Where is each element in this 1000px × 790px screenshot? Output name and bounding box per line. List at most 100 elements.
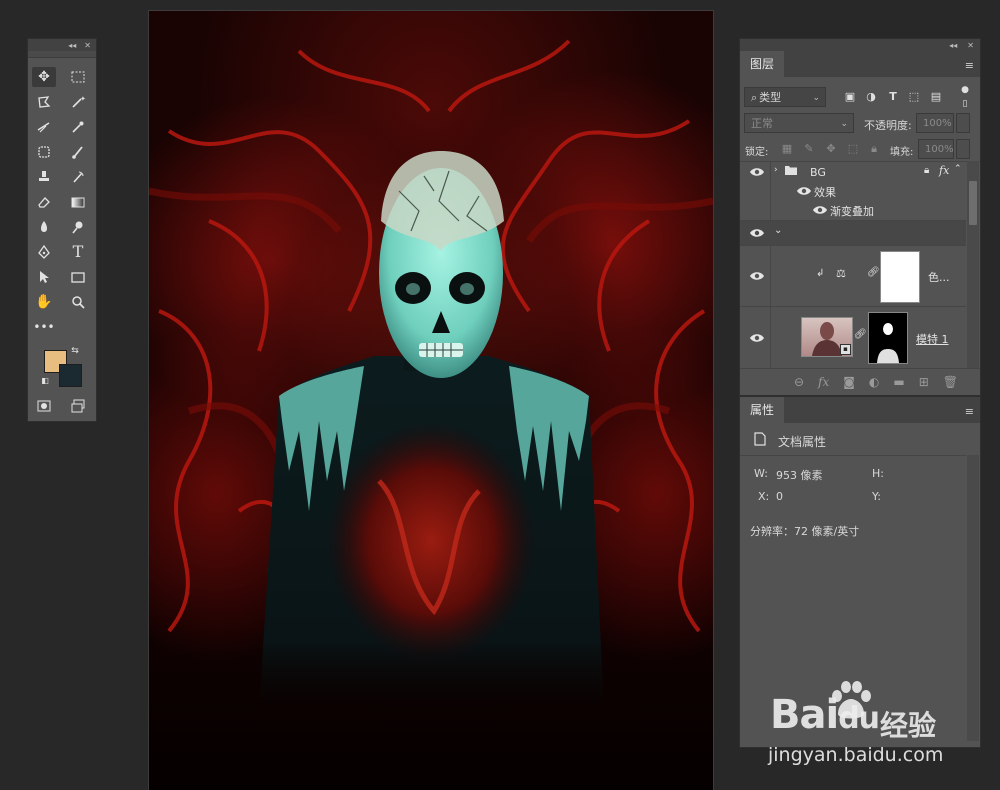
hand-tool-icon[interactable]: ✋	[32, 292, 56, 312]
filter-smart-object-icon[interactable]: ▤	[929, 90, 943, 104]
swap-colors-icon[interactable]: ⇆	[68, 345, 82, 357]
x-label: X:	[758, 490, 770, 503]
background-color-swatch[interactable]	[59, 364, 82, 387]
marquee-tool-icon[interactable]	[66, 67, 90, 87]
lasso-tool-icon[interactable]	[32, 92, 56, 112]
new-layer-icon[interactable]: ⊞	[919, 375, 929, 389]
layer-name: BG	[810, 166, 826, 179]
move-tool-icon[interactable]: ✥	[32, 67, 56, 87]
new-group-icon[interactable]: ▬	[893, 375, 904, 389]
adjustment-layer-icon[interactable]: ◐	[869, 375, 879, 389]
visibility-eye-icon[interactable]	[749, 227, 765, 239]
model-mask-thumbnail[interactable]	[868, 312, 908, 364]
collapse-icon[interactable]: ◂◂	[68, 41, 76, 50]
opacity-label: 不透明度:	[864, 119, 912, 132]
filter-toggle-icon[interactable]: ● ▯	[958, 83, 972, 109]
tab-properties[interactable]: 属性	[740, 397, 785, 423]
tools-panel-grip[interactable]	[28, 51, 96, 58]
quick-mask-icon[interactable]	[32, 396, 56, 416]
clipping-arrow-icon: ↲	[816, 268, 825, 279]
layer-row-expanded-group[interactable]: ⌄	[740, 221, 966, 246]
chevron-down-icon: ⌄	[812, 93, 820, 103]
effect-name: 渐变叠加	[830, 205, 874, 218]
lock-transparent-icon[interactable]: ▦	[780, 142, 794, 156]
type-tool-icon[interactable]: T	[66, 242, 90, 262]
layer-list[interactable]: › BG 🔒︎ fx ⌃ 效果 渐变叠加 ⌄ ↲ ⚖ 🔗︎ 色... ▪ 🔗︎ …	[740, 161, 980, 370]
filter-pixel-icon[interactable]: ▣	[843, 90, 857, 104]
more-tools-icon[interactable]: •••	[32, 317, 56, 337]
magic-wand-tool-icon[interactable]: ✦	[66, 92, 90, 112]
panel-menu-icon[interactable]: ≡	[965, 405, 974, 418]
path-selection-tool-icon[interactable]	[32, 267, 56, 287]
fill-field[interactable]: 100%	[918, 139, 954, 159]
tools-panel: ◂◂ ✕ ✥ ✦ T ✋ ••• ⇆ ◧	[27, 38, 97, 422]
visibility-eye-icon[interactable]	[796, 185, 812, 197]
zoom-tool-icon[interactable]	[66, 292, 90, 312]
screen-mode-icon[interactable]	[66, 396, 90, 416]
watermark-cn: 经验	[880, 709, 937, 742]
adjustment-mask-thumbnail[interactable]	[880, 251, 920, 303]
baidu-watermark: Baidu 经验 jingyan.baidu.com	[740, 680, 970, 780]
chevron-up-icon[interactable]: ⌃	[954, 164, 962, 174]
add-mask-icon[interactable]: ◙	[843, 375, 855, 389]
close-icon[interactable]: ✕	[84, 41, 91, 50]
eyedropper-tool-icon[interactable]	[66, 117, 90, 137]
fx-icon[interactable]: fx	[818, 375, 829, 389]
chevron-down-icon[interactable]: ⌄	[774, 225, 782, 236]
blur-tool-icon[interactable]	[32, 217, 56, 237]
brush-tool-icon[interactable]	[66, 142, 90, 162]
healing-brush-tool-icon[interactable]	[32, 142, 56, 162]
link-icon[interactable]: 🔗︎	[867, 267, 880, 278]
layers-scrollbar[interactable]	[967, 161, 979, 369]
width-value[interactable]: 953 像素	[776, 467, 823, 483]
chevron-right-icon[interactable]: ›	[774, 165, 778, 175]
blend-mode-dropdown[interactable]: 正常 ⌄	[744, 113, 854, 133]
layer-row-effects[interactable]: 效果	[740, 182, 966, 200]
stamp-tool-icon[interactable]	[32, 167, 56, 187]
layers-footer: ⊖ fx ◙ ◐ ▬ ⊞ 🗑︎	[740, 368, 980, 395]
lock-pixels-icon[interactable]: ✎	[802, 142, 816, 156]
x-value[interactable]: 0	[776, 490, 783, 503]
layer-filter-dropdown[interactable]: ⌕ 类型 ⌄	[744, 87, 826, 107]
filter-type-icon[interactable]: T	[886, 90, 900, 104]
panel-menu-icon[interactable]: ≡	[965, 59, 974, 72]
visibility-eye-icon[interactable]	[749, 332, 765, 344]
layer-row-gradient-overlay[interactable]: 渐变叠加	[740, 200, 966, 221]
layers-scroll-thumb[interactable]	[969, 181, 977, 225]
filter-shape-icon[interactable]: ⬚	[907, 90, 921, 104]
lock-artboard-icon[interactable]: ⬚	[846, 142, 860, 156]
gradient-tool-icon[interactable]	[66, 192, 90, 212]
collapse-icon[interactable]: ◂◂	[949, 41, 957, 50]
lock-position-icon[interactable]: ✥	[824, 142, 838, 156]
trash-icon[interactable]: 🗑︎	[943, 375, 958, 389]
default-colors-icon[interactable]: ◧	[38, 375, 52, 387]
visibility-eye-icon[interactable]	[749, 166, 765, 178]
layer-row-color-adjustment[interactable]: ↲ ⚖ 🔗︎ 色...	[740, 246, 966, 307]
fill-slider-toggle[interactable]	[956, 139, 970, 159]
opacity-slider-toggle[interactable]	[956, 113, 970, 133]
effects-label: 效果	[814, 186, 836, 199]
folder-icon	[784, 164, 798, 179]
rectangle-tool-icon[interactable]	[66, 267, 90, 287]
fx-badge[interactable]: fx	[939, 164, 949, 177]
link-icon[interactable]: 🔗︎	[854, 329, 867, 340]
layer-row-bg-group[interactable]: › BG 🔒︎ fx ⌃	[740, 162, 966, 182]
opacity-field[interactable]: 100%	[916, 113, 954, 133]
layer-row-model[interactable]: ▪ 🔗︎ 模特 1	[740, 307, 966, 369]
document-canvas[interactable]	[148, 10, 714, 790]
close-icon[interactable]: ✕	[967, 41, 974, 50]
visibility-eye-icon[interactable]	[749, 270, 765, 282]
crop-tool-icon[interactable]	[32, 117, 56, 137]
lock-all-icon[interactable]: 🔒︎	[867, 142, 881, 156]
visibility-eye-icon[interactable]	[812, 204, 828, 216]
model-layer-thumbnail[interactable]: ▪	[801, 317, 853, 357]
layers-panel-header: ◂◂ ✕	[740, 39, 980, 51]
link-layers-icon[interactable]: ⊖	[794, 375, 804, 389]
blend-mode-label: 正常	[751, 117, 773, 130]
history-brush-tool-icon[interactable]	[66, 167, 90, 187]
filter-adjustment-icon[interactable]: ◑	[864, 90, 878, 104]
dodge-tool-icon[interactable]	[66, 217, 90, 237]
pen-tool-icon[interactable]	[32, 242, 56, 262]
eraser-tool-icon[interactable]	[32, 192, 56, 212]
tab-layers[interactable]: 图层	[740, 51, 785, 77]
